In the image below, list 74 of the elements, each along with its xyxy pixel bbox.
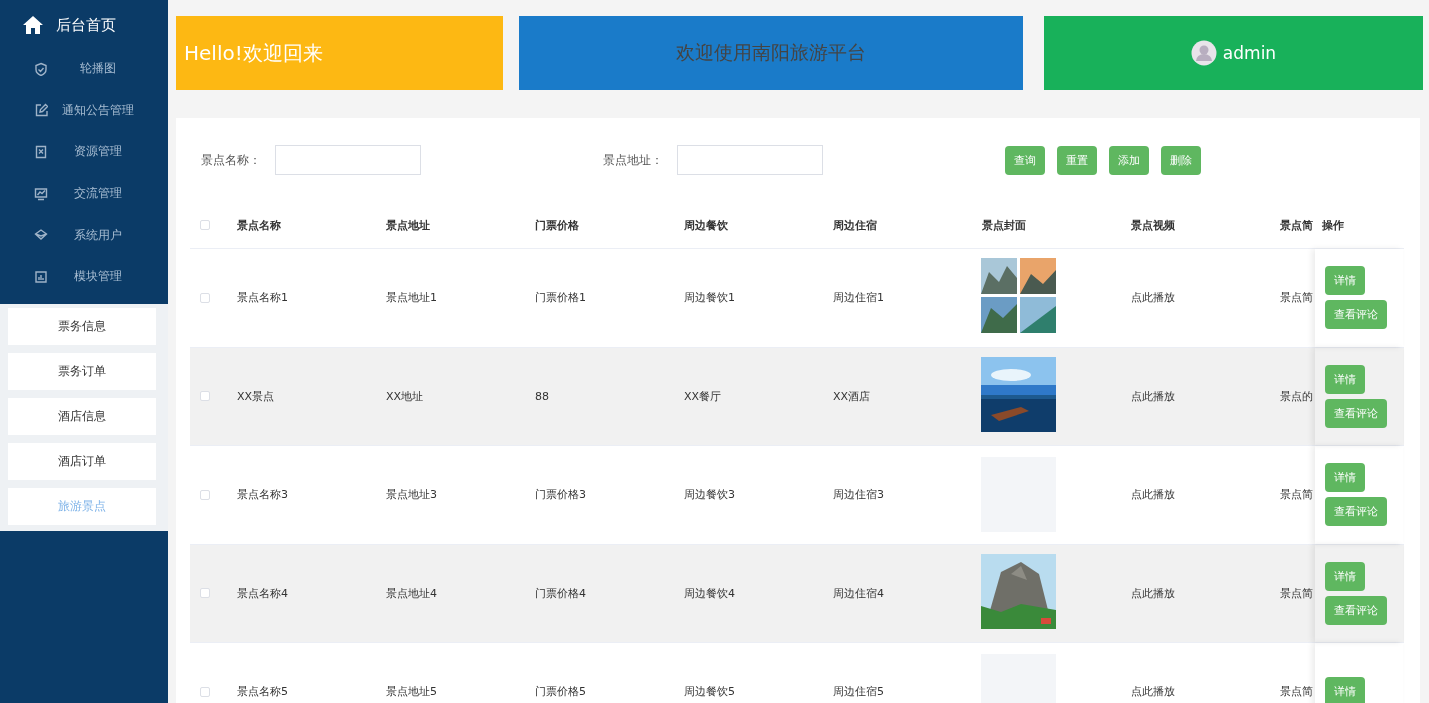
table-cell-text: 景点名称4 [236, 585, 289, 601]
table-cell-text: 周边餐饮4 [683, 585, 736, 601]
play-link[interactable]: 点此播放 [1124, 388, 1273, 404]
menu-icon [34, 61, 48, 76]
table-cell-text: 景点地址3 [385, 487, 438, 503]
column-header: 周边住宿 [832, 217, 878, 233]
table-cell-text: 景点地址5 [385, 684, 438, 700]
table-cell-text: 周边住宿5 [832, 684, 885, 700]
menu-item[interactable]: 模块管理 [48, 268, 168, 286]
table-cell-text: 门票价格1 [534, 290, 587, 306]
table-cell-text: 景点名称1 [236, 290, 289, 306]
submenu-item[interactable]: 票务信息 [8, 307, 156, 345]
menu-item[interactable]: 资源管理 [48, 143, 168, 161]
table-cell-text: 景点地址4 [385, 585, 438, 601]
submenu-item[interactable]: 票务订单 [8, 352, 156, 390]
table-cell-text: 88 [534, 389, 550, 403]
table-cell-text: 周边餐饮5 [683, 684, 736, 700]
play-link[interactable]: 点此播放 [1124, 684, 1273, 700]
welcome-banner: Hello!欢迎回来 [176, 16, 503, 90]
table-cell-text: 景点简 [1279, 290, 1314, 306]
column-header: 操作 [1321, 217, 1345, 233]
table-cell-text: 景点简 [1279, 487, 1314, 503]
field-label: 景点地址： [603, 151, 663, 169]
table-cell-text: 景点名称3 [236, 487, 289, 503]
table-cell-text: 周边餐饮3 [683, 487, 736, 503]
menu-icon [34, 269, 48, 284]
platform-title-banner: 欢迎使用南阳旅游平台 [519, 16, 1023, 90]
checkbox[interactable] [200, 292, 210, 303]
column-header: 景点视频 [1130, 217, 1176, 233]
table-cell-text: 周边住宿3 [832, 487, 885, 503]
table-cell-text: XX餐厅 [683, 388, 723, 404]
menu-icon [34, 103, 48, 118]
play-link[interactable]: 点此播放 [1124, 487, 1273, 503]
table-cell-text: 周边住宿4 [832, 585, 885, 601]
menu-item[interactable]: 通知公告管理 [48, 101, 168, 119]
table-cell-text: 门票价格4 [534, 585, 587, 601]
input-field[interactable] [275, 145, 421, 175]
table-cell-text: XX景点 [236, 388, 276, 404]
column-header: 景点封面 [981, 217, 1027, 233]
play-link[interactable]: 点此播放 [1124, 585, 1273, 601]
column-header: 景点名称 [236, 217, 282, 233]
table-cell-text: 景点简 [1279, 684, 1314, 700]
submenu-item[interactable]: 酒店订单 [8, 442, 156, 480]
avatar-icon[interactable] [1190, 40, 1217, 66]
table-cell-text: 门票价格5 [534, 684, 587, 700]
play-link[interactable]: 点此播放 [1124, 290, 1273, 306]
column-header: 周边餐饮 [683, 217, 729, 233]
menu-item[interactable]: 轮播图 [48, 60, 168, 78]
home-icon[interactable] [22, 15, 44, 35]
input-field[interactable] [677, 145, 823, 175]
column-header: 景点简 [1279, 217, 1314, 233]
table-cell-text: XX地址 [385, 388, 425, 404]
table-cell-text: 景点简 [1279, 585, 1314, 601]
column-header: 门票价格 [534, 217, 580, 233]
table-cell-text: 周边住宿1 [832, 290, 885, 306]
table-cell-text: 景点的 [1279, 388, 1314, 404]
table-cell-text: 景点名称5 [236, 684, 289, 700]
checkbox[interactable] [200, 391, 210, 402]
home-link[interactable]: 后台首页 [56, 15, 116, 35]
checkbox[interactable] [200, 588, 210, 599]
checkbox[interactable] [200, 220, 210, 230]
checkbox[interactable] [200, 489, 210, 500]
table-cell-text: XX酒店 [832, 388, 872, 404]
menu-item[interactable]: 系统用户 [48, 226, 168, 244]
column-header: 景点地址 [385, 217, 431, 233]
submenu-item[interactable]: 酒店信息 [8, 397, 156, 435]
table-cell-text: 周边餐饮1 [683, 290, 736, 306]
menu-icon [34, 145, 48, 159]
checkbox[interactable] [200, 686, 210, 697]
field-label: 景点名称： [201, 151, 261, 169]
table-cell-text: 门票价格3 [534, 487, 587, 503]
menu-item[interactable]: 交流管理 [48, 185, 168, 203]
table-cell-text: 景点地址1 [385, 290, 438, 306]
menu-icon [34, 186, 48, 201]
